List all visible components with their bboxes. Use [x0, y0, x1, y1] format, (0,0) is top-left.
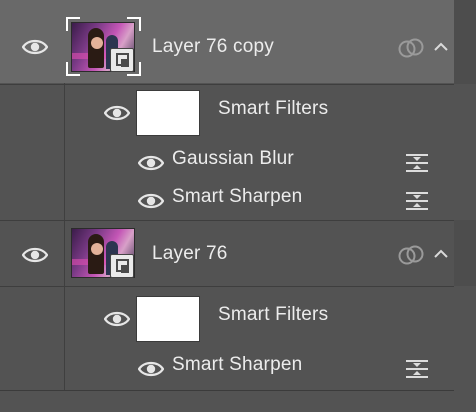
- scroll-strip: [454, 220, 476, 286]
- eye-icon[interactable]: [22, 246, 48, 264]
- smart-filters-label[interactable]: Smart Filters: [218, 98, 328, 120]
- linked-rings-icon[interactable]: [398, 37, 424, 59]
- layer-name[interactable]: Layer 76 copy: [152, 36, 274, 58]
- filter-effects-icon[interactable]: [405, 358, 429, 380]
- scroll-strip: [454, 0, 476, 84]
- filter-effects-icon[interactable]: [405, 190, 429, 212]
- chevron-up-icon[interactable]: [434, 249, 448, 259]
- chevron-up-icon[interactable]: [434, 42, 448, 52]
- smart-object-badge-icon: [110, 254, 134, 278]
- filter-effects-icon[interactable]: [405, 152, 429, 174]
- eye-icon[interactable]: [138, 192, 164, 210]
- eye-icon[interactable]: [138, 360, 164, 378]
- layer-name[interactable]: Layer 76: [152, 243, 228, 265]
- filter-name[interactable]: Gaussian Blur: [172, 148, 294, 170]
- row-separator: [0, 84, 454, 85]
- smart-filter-mask-thumbnail[interactable]: [136, 90, 200, 136]
- row-separator: [0, 390, 454, 391]
- filter-name[interactable]: Smart Sharpen: [172, 186, 302, 208]
- filter-name[interactable]: Smart Sharpen: [172, 354, 302, 376]
- smart-filter-mask-thumbnail[interactable]: [136, 296, 200, 342]
- row-separator: [0, 220, 454, 221]
- linked-rings-icon[interactable]: [398, 244, 424, 266]
- smart-filters-label[interactable]: Smart Filters: [218, 304, 328, 326]
- smart-object-badge-icon: [110, 48, 134, 72]
- eye-icon[interactable]: [138, 154, 164, 172]
- row-separator: [0, 286, 454, 287]
- eye-icon[interactable]: [104, 104, 130, 122]
- eye-icon[interactable]: [104, 310, 130, 328]
- eye-icon[interactable]: [22, 38, 48, 56]
